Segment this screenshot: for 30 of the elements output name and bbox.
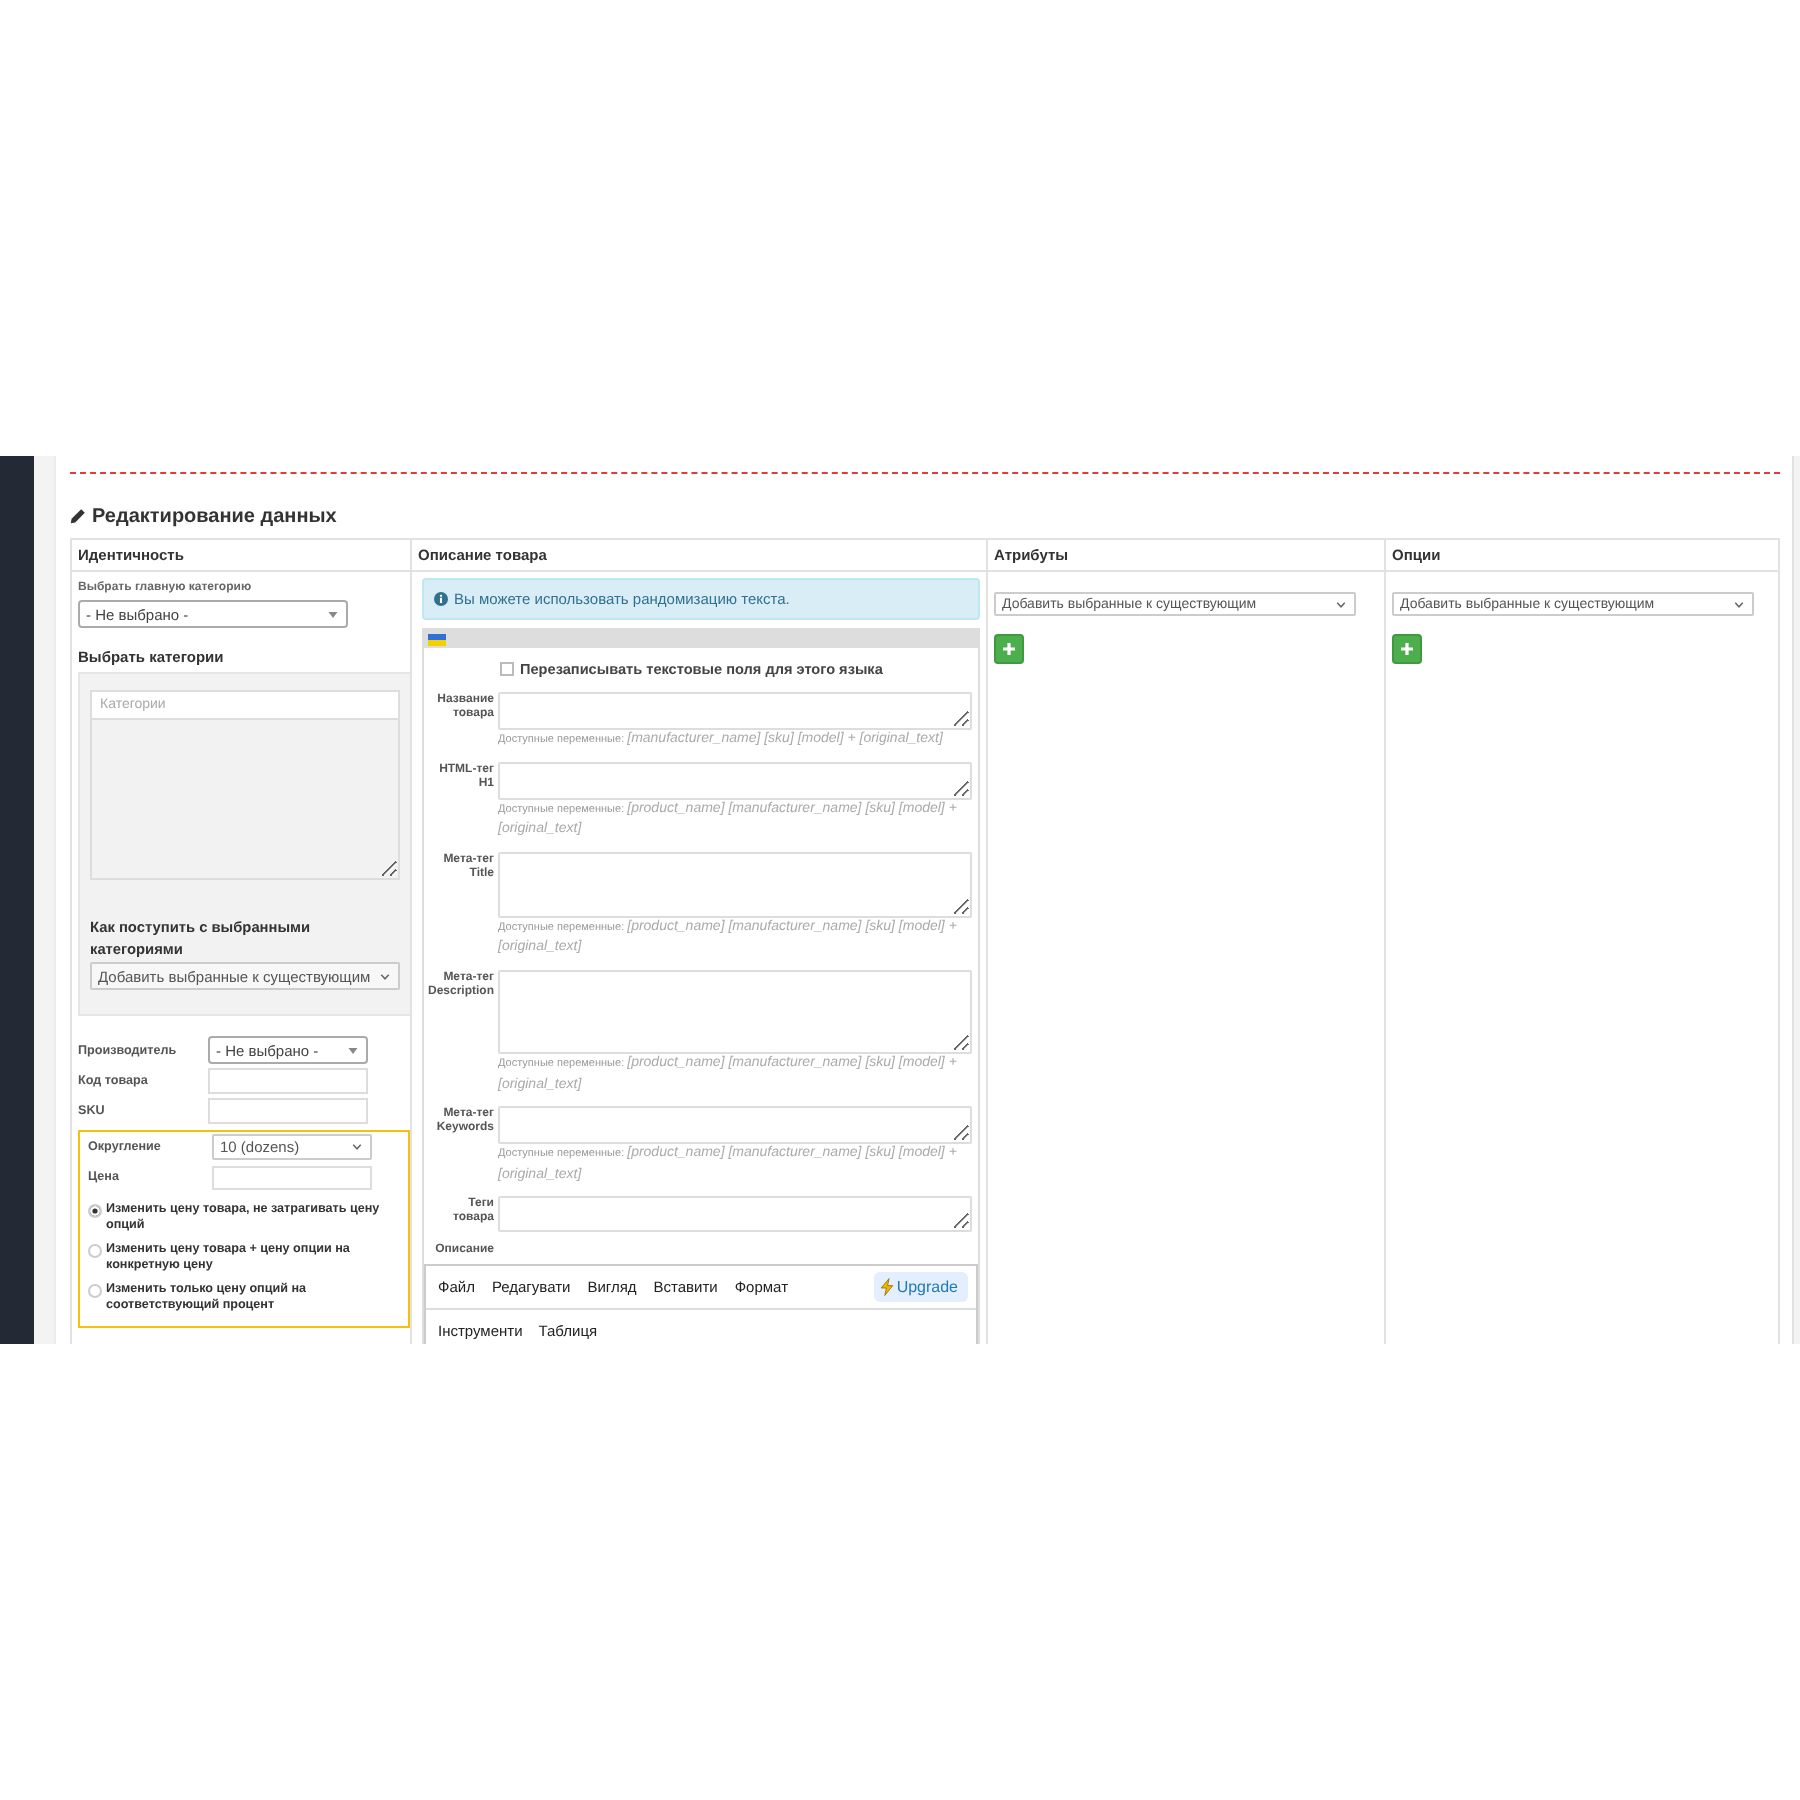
plus-icon — [1400, 642, 1414, 656]
plus-icon — [1002, 642, 1016, 656]
textarea-field[interactable] — [498, 969, 972, 1054]
textarea-field[interactable] — [498, 1106, 972, 1145]
radio-button[interactable] — [88, 1203, 102, 1217]
radio-button[interactable] — [88, 1243, 102, 1257]
chevron-icon — [1734, 601, 1744, 607]
pencil-icon — [70, 508, 86, 524]
textarea-field[interactable] — [498, 1196, 972, 1233]
caret-icon — [328, 611, 338, 617]
caret-icon — [348, 1047, 358, 1053]
flag-icon[interactable] — [428, 633, 446, 645]
section-title: Редактирование данных — [92, 505, 337, 527]
textarea-field[interactable] — [498, 851, 972, 918]
input-field[interactable] — [212, 1165, 372, 1189]
radio-button[interactable] — [88, 1283, 102, 1297]
input-field[interactable] — [208, 1097, 368, 1123]
chevron-icon — [352, 1144, 362, 1150]
textarea-field[interactable] — [498, 761, 972, 800]
add-button[interactable] — [994, 634, 1024, 664]
checkbox[interactable] — [500, 661, 514, 675]
input-field[interactable] — [208, 1067, 368, 1093]
textarea-field[interactable] — [498, 692, 972, 730]
chevron-icon — [380, 973, 390, 979]
add-button[interactable] — [1392, 634, 1422, 664]
lightning-icon — [880, 1278, 895, 1297]
chevron-icon — [1336, 601, 1346, 607]
category-list-field[interactable] — [90, 720, 400, 880]
info-icon — [434, 592, 448, 606]
upgrade-button[interactable]: Upgrade — [874, 1272, 968, 1303]
